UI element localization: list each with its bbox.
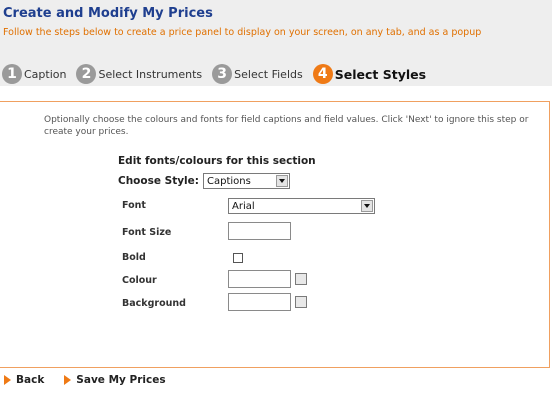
save-my-prices-button[interactable]: Save My Prices — [60, 374, 166, 386]
font-select-value: Arial — [232, 200, 255, 212]
bold-label: Bold — [122, 252, 146, 263]
section-title: Edit fonts/colours for this section — [118, 155, 316, 167]
step-select-instruments[interactable]: 2 Select Instruments — [76, 64, 202, 84]
font-label: Font — [122, 200, 146, 211]
font-size-input[interactable] — [228, 222, 291, 240]
back-button[interactable]: Back — [0, 374, 44, 386]
arrow-right-icon — [64, 375, 72, 385]
choose-style-row: Choose Style: Captions — [118, 173, 290, 189]
colour-label: Colour — [122, 275, 157, 286]
step-navigation: 1 Caption 2 Select Instruments 3 Select … — [2, 62, 436, 86]
page-header: Create and Modify My Prices Follow the s… — [0, 0, 552, 86]
step-number-3: 3 — [212, 64, 233, 84]
chevron-down-icon — [361, 200, 373, 212]
step-select-styles[interactable]: 4 Select Styles — [312, 64, 427, 84]
style-select-value: Captions — [206, 175, 251, 187]
bold-checkbox[interactable] — [233, 253, 243, 263]
step-label-select-styles: Select Styles — [334, 66, 427, 82]
style-select[interactable]: Captions — [202, 173, 290, 189]
save-my-prices-label: Save My Prices — [76, 374, 166, 386]
step-label-caption: Caption — [24, 67, 67, 81]
colour-picker-icon[interactable] — [295, 273, 307, 285]
step-number-1: 1 — [2, 64, 22, 84]
background-input[interactable] — [228, 293, 291, 311]
arrow-right-icon — [4, 375, 11, 385]
page-subtitle: Follow the steps below to create a price… — [3, 27, 482, 38]
intro-text: Optionally choose the colours and fonts … — [44, 115, 529, 137]
page-title: Create and Modify My Prices — [3, 6, 213, 21]
step-label-select-fields: Select Fields — [234, 67, 303, 81]
background-picker-icon[interactable] — [295, 296, 307, 308]
back-button-label: Back — [16, 374, 45, 386]
step-number-2: 2 — [76, 64, 97, 84]
styles-panel: Optionally choose the colours and fonts … — [0, 101, 550, 368]
font-select[interactable]: Arial — [228, 198, 375, 214]
font-size-label: Font Size — [122, 227, 172, 238]
step-select-fields[interactable]: 3 Select Fields — [212, 64, 303, 84]
footer-nav: Back Save My Prices — [0, 374, 182, 386]
background-label: Background — [122, 298, 186, 309]
choose-style-label: Choose Style: — [118, 175, 199, 187]
step-label-select-instruments: Select Instruments — [98, 67, 203, 81]
step-caption[interactable]: 1 Caption — [2, 64, 66, 84]
chevron-down-icon — [275, 175, 288, 187]
colour-input[interactable] — [228, 270, 291, 288]
step-number-4: 4 — [312, 64, 333, 84]
